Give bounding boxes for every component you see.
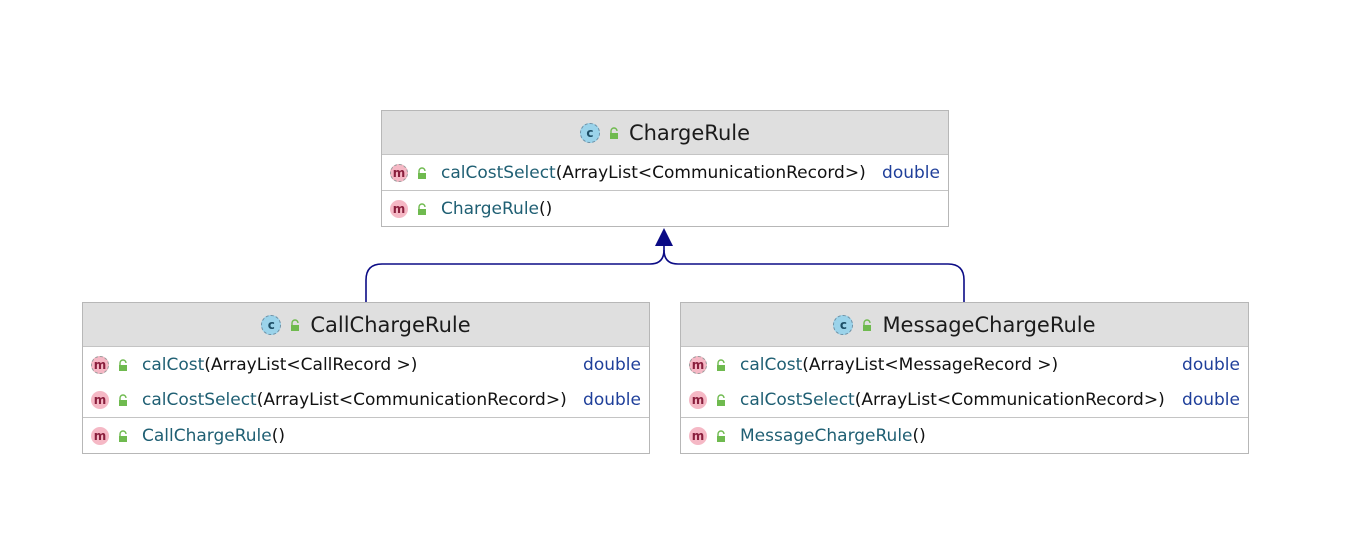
method-params: (ArrayList<CommunicationRecord>) bbox=[555, 162, 866, 183]
method-icon: m bbox=[390, 199, 408, 218]
method-icon: m bbox=[91, 426, 109, 445]
class-name: ChargeRule bbox=[628, 120, 751, 145]
return-type: double bbox=[1182, 389, 1240, 410]
public-lock-icon bbox=[291, 318, 300, 331]
method-row[interactable]: m calCostSelect (ArrayList<Communication… bbox=[382, 155, 948, 190]
public-lock-icon bbox=[717, 358, 725, 371]
generalization-arrowhead bbox=[655, 228, 673, 246]
method-params: (ArrayList<CommunicationRecord>) bbox=[854, 389, 1165, 410]
constructor-params: () bbox=[539, 198, 553, 219]
constructor-name: MessageChargeRule bbox=[740, 425, 913, 446]
method-params: (ArrayList<MessageRecord >) bbox=[802, 354, 1059, 375]
method-row[interactable]: m calCost (ArrayList<MessageRecord >) do… bbox=[681, 347, 1248, 382]
method-icon: m bbox=[91, 390, 109, 409]
public-lock-icon bbox=[418, 166, 426, 179]
method-name: calCost bbox=[142, 354, 205, 375]
edge-callchargerule-to-chargerule bbox=[365, 244, 665, 302]
constructor-row[interactable]: m CallChargeRule () bbox=[83, 418, 649, 453]
public-lock-icon bbox=[863, 318, 872, 331]
return-type: double bbox=[583, 354, 641, 375]
constructors-section: m CallChargeRule () bbox=[83, 418, 649, 453]
abstract-method-icon: m bbox=[91, 355, 109, 374]
class-header: c MessageChargeRule bbox=[681, 303, 1248, 347]
public-lock-icon bbox=[119, 393, 127, 406]
class-icon: c bbox=[261, 314, 282, 335]
constructors-section: m ChargeRule () bbox=[382, 191, 948, 226]
methods-section: m calCostSelect (ArrayList<Communication… bbox=[382, 155, 948, 191]
class-icon: c bbox=[579, 122, 600, 143]
class-name: MessageChargeRule bbox=[882, 312, 1096, 337]
constructor-params: () bbox=[912, 425, 926, 446]
public-lock-icon bbox=[717, 429, 725, 442]
constructor-name: CallChargeRule bbox=[142, 425, 272, 446]
public-lock-icon bbox=[418, 202, 426, 215]
abstract-method-icon: m bbox=[390, 163, 408, 182]
edge-messagechargerule-to-chargerule bbox=[663, 249, 965, 302]
method-row[interactable]: m calCostSelect (ArrayList<Communication… bbox=[681, 382, 1248, 417]
methods-section: m calCost (ArrayList<MessageRecord >) do… bbox=[681, 347, 1248, 418]
return-type: double bbox=[1182, 354, 1240, 375]
method-params: (ArrayList<CommunicationRecord>) bbox=[256, 389, 567, 410]
method-name: calCostSelect bbox=[740, 389, 855, 410]
method-name: calCost bbox=[740, 354, 803, 375]
methods-section: m calCost (ArrayList<CallRecord >) doubl… bbox=[83, 347, 649, 418]
constructor-row[interactable]: m ChargeRule () bbox=[382, 191, 948, 226]
class-message-charge-rule[interactable]: c MessageChargeRule m calCost (ArrayList… bbox=[680, 302, 1249, 454]
class-charge-rule[interactable]: c ChargeRule m calCostSelect (ArrayList<… bbox=[381, 110, 949, 227]
constructor-name: ChargeRule bbox=[441, 198, 540, 219]
method-icon: m bbox=[689, 390, 707, 409]
class-header: c CallChargeRule bbox=[83, 303, 649, 347]
method-row[interactable]: m calCost (ArrayList<CallRecord >) doubl… bbox=[83, 347, 649, 382]
constructors-section: m MessageChargeRule () bbox=[681, 418, 1248, 453]
constructor-params: () bbox=[271, 425, 286, 446]
class-icon: c bbox=[833, 314, 854, 335]
public-lock-icon bbox=[609, 126, 618, 139]
public-lock-icon bbox=[119, 429, 127, 442]
constructor-row[interactable]: m MessageChargeRule () bbox=[681, 418, 1248, 453]
method-name: calCostSelect bbox=[441, 162, 556, 183]
public-lock-icon bbox=[717, 393, 725, 406]
method-icon: m bbox=[689, 426, 707, 445]
method-params: (ArrayList<CallRecord >) bbox=[204, 354, 418, 375]
class-header: c ChargeRule bbox=[382, 111, 948, 155]
class-name: CallChargeRule bbox=[310, 312, 471, 337]
return-type: double bbox=[882, 162, 940, 183]
method-name: calCostSelect bbox=[142, 389, 257, 410]
method-row[interactable]: m calCostSelect (ArrayList<Communication… bbox=[83, 382, 649, 417]
abstract-method-icon: m bbox=[689, 355, 707, 374]
class-call-charge-rule[interactable]: c CallChargeRule m calCost (ArrayList<Ca… bbox=[82, 302, 650, 454]
inheritance-edges bbox=[365, 228, 965, 302]
public-lock-icon bbox=[119, 358, 127, 371]
return-type: double bbox=[583, 389, 641, 410]
